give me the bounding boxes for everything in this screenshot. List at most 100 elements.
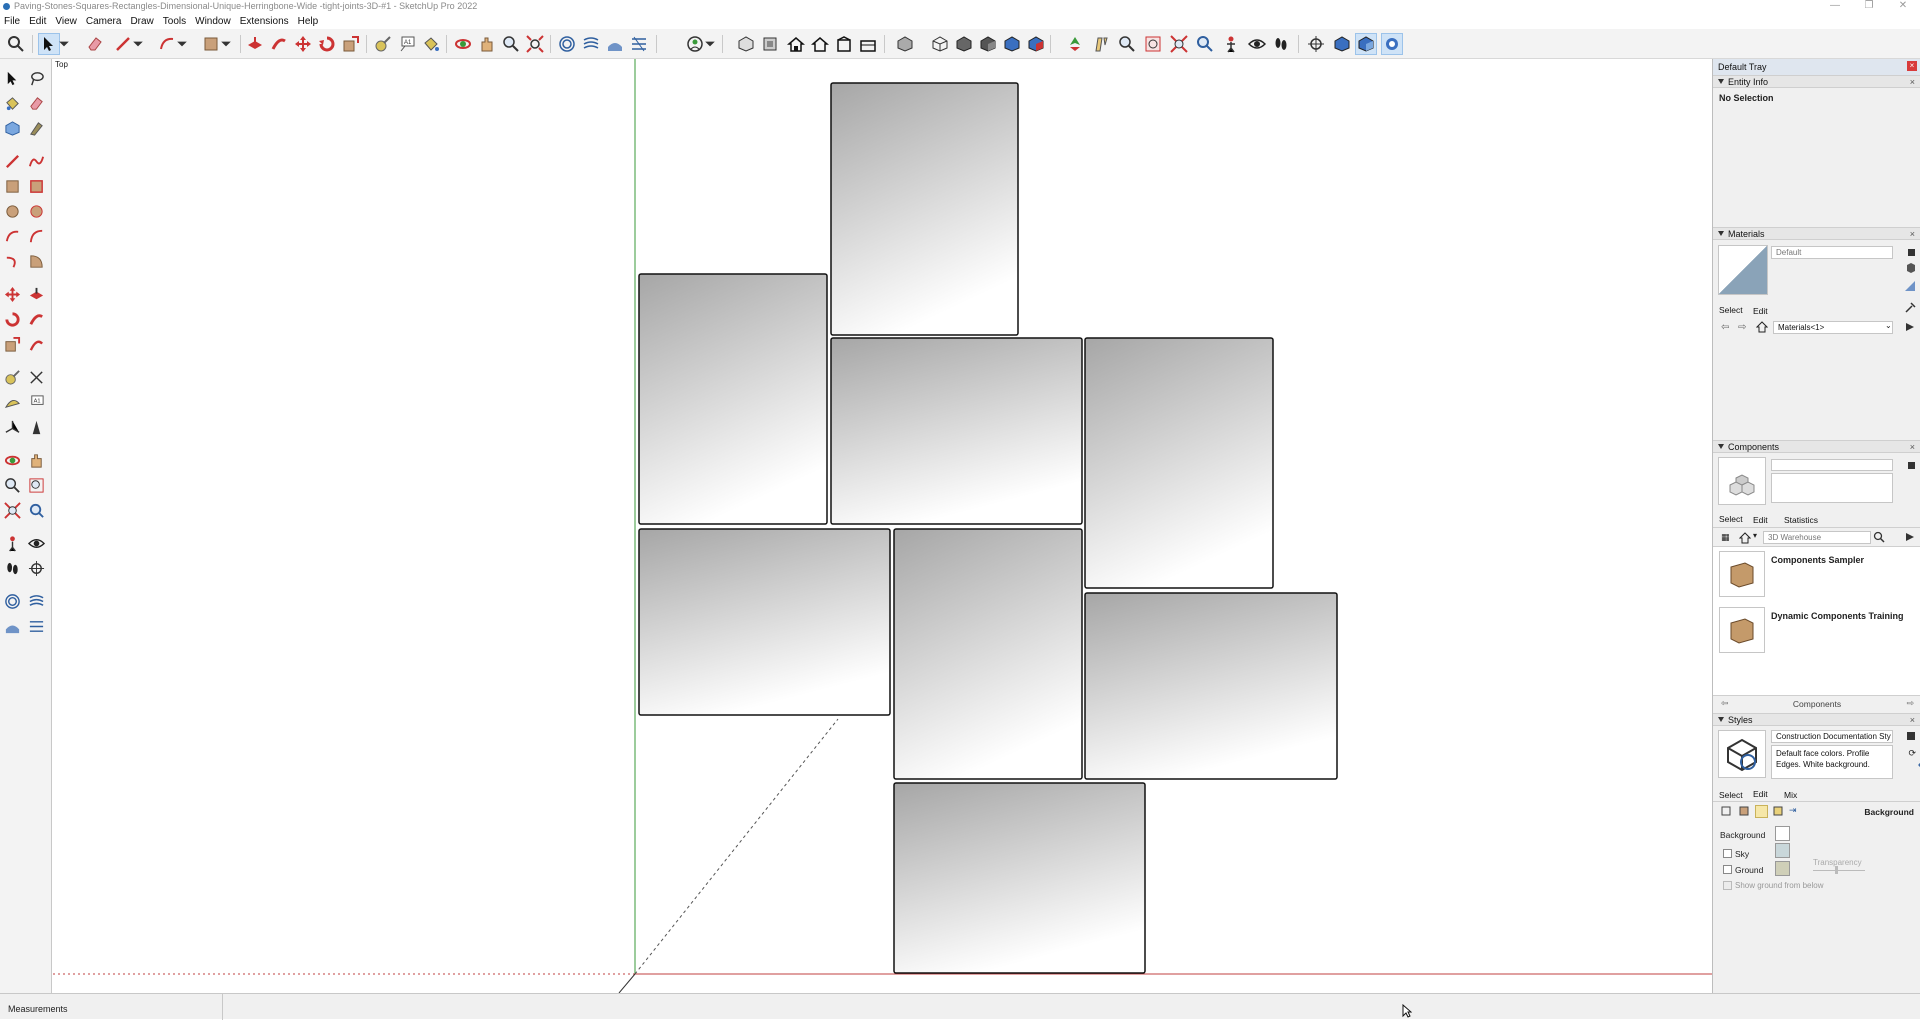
zoom-extents-alt-icon[interactable] — [1168, 33, 1190, 55]
footprints-icon[interactable] — [1270, 33, 1292, 55]
components-tab-statistics[interactable]: Statistics — [1784, 515, 1818, 525]
components-tab-edit[interactable]: Edit — [1753, 515, 1768, 525]
two-point-arc-icon[interactable] — [25, 225, 47, 247]
ground-checkbox[interactable] — [1723, 865, 1732, 874]
user-account-icon[interactable] — [684, 33, 706, 55]
push-pull-icon[interactable] — [25, 283, 47, 305]
transparency-slider[interactable] — [1813, 870, 1865, 871]
3d-text-icon[interactable] — [25, 416, 47, 438]
standard-view-iso-icon[interactable] — [785, 33, 807, 55]
drawing-viewport[interactable]: Top — [53, 59, 1712, 993]
shaded-texture-style-icon[interactable] — [1001, 33, 1023, 55]
position-camera-icon[interactable] — [1, 532, 23, 554]
dimension-tool-icon[interactable] — [25, 366, 47, 388]
move-tool-icon[interactable] — [1, 283, 23, 305]
sample-paint-icon[interactable] — [1904, 280, 1916, 292]
paving-stone[interactable] — [638, 273, 828, 525]
standard-view-top-icon[interactable] — [809, 33, 831, 55]
rotated-rectangle-icon[interactable] — [25, 175, 47, 197]
axes-tool-icon[interactable] — [1, 416, 23, 438]
look-around-icon[interactable] — [25, 532, 47, 554]
sandbox-contours-icon[interactable] — [1, 590, 23, 612]
styles-tab-mix[interactable]: Mix — [1784, 790, 1797, 800]
menu-file[interactable]: File — [4, 16, 20, 27]
camera-figure-icon[interactable] — [1220, 33, 1242, 55]
materials-library-select[interactable]: Materials<1> — [1773, 321, 1893, 334]
close-icon[interactable]: × — [1910, 76, 1915, 88]
orbit-icon[interactable] — [1, 449, 23, 471]
close-icon[interactable]: × — [1910, 441, 1915, 453]
sky-checkbox[interactable] — [1723, 849, 1732, 858]
lasso-select-icon[interactable] — [25, 67, 47, 89]
paving-stone[interactable] — [830, 82, 1019, 336]
search-icon[interactable] — [1873, 531, 1885, 543]
section-plane-icon[interactable] — [25, 557, 47, 579]
close-button[interactable]: ✕ — [1886, 0, 1920, 13]
home-icon[interactable] — [1738, 532, 1752, 544]
zoom-icon[interactable] — [500, 33, 522, 55]
3d-warehouse-icon[interactable] — [735, 33, 757, 55]
rotate-tool-icon[interactable] — [316, 33, 338, 55]
offset-tool-icon[interactable] — [25, 333, 47, 355]
arc-tool-icon[interactable] — [156, 33, 178, 55]
orbit-icon[interactable] — [452, 33, 474, 55]
list-item[interactable]: Components Sampler — [1713, 551, 1920, 601]
style-description-field[interactable]: Default face colors. Profile Edges. Whit… — [1771, 745, 1893, 779]
section-fill-icon[interactable] — [1355, 33, 1377, 55]
materials-header[interactable]: Materials × — [1713, 227, 1920, 240]
monochrome-style-icon[interactable] — [1025, 33, 1047, 55]
zoom-extents-icon[interactable] — [524, 33, 546, 55]
paint-bucket-icon[interactable] — [420, 33, 442, 55]
styles-tab-edit[interactable]: Edit — [1753, 789, 1768, 799]
line-tool-icon[interactable] — [112, 33, 134, 55]
circle-tool-icon[interactable] — [1, 200, 23, 222]
zoom-extents-icon[interactable] — [1, 499, 23, 521]
select-tool-icon[interactable] — [38, 33, 60, 55]
entity-info-header[interactable]: Entity Info × — [1713, 75, 1920, 88]
components-tab-select[interactable]: Select — [1719, 514, 1743, 524]
close-icon[interactable]: × — [1910, 228, 1915, 240]
rotate-tool-icon[interactable] — [1, 308, 23, 330]
paving-stone[interactable] — [1084, 337, 1274, 589]
standard-view-front-icon[interactable] — [833, 33, 855, 55]
component-name-field[interactable] — [1771, 459, 1893, 471]
shadows-icon[interactable] — [1381, 33, 1403, 55]
details-arrow-icon[interactable] — [1904, 531, 1916, 543]
freehand-icon[interactable] — [25, 150, 47, 172]
component-description-field[interactable] — [1771, 473, 1893, 503]
walk-icon[interactable] — [1090, 33, 1112, 55]
background-color-swatch[interactable] — [1775, 826, 1790, 841]
collapse-triangle-icon[interactable] — [1718, 79, 1724, 84]
chevron-down-icon[interactable] — [176, 33, 188, 55]
style-name-field[interactable]: Construction Documentation Sty — [1771, 730, 1893, 743]
rectangle-tool-icon[interactable] — [1, 175, 23, 197]
sandbox-scratch-icon[interactable] — [25, 590, 47, 612]
extension-warehouse-icon[interactable] — [759, 33, 781, 55]
xray-style-icon[interactable] — [894, 33, 916, 55]
paving-stone[interactable] — [1084, 592, 1338, 780]
close-icon[interactable]: × — [1907, 61, 1917, 71]
section-plane-icon[interactable] — [1142, 33, 1164, 55]
transparency-slider-handle[interactable] — [1835, 866, 1838, 874]
chevron-down-icon[interactable] — [704, 33, 716, 55]
materials-tab-edit[interactable]: Edit — [1753, 306, 1768, 316]
chevron-down-icon[interactable]: ⌄ — [1885, 321, 1892, 330]
components-header[interactable]: Components × — [1713, 440, 1920, 453]
paving-stone[interactable] — [893, 528, 1083, 780]
sandbox-contours-icon[interactable] — [556, 33, 578, 55]
minimize-button[interactable]: — — [1818, 0, 1852, 13]
collapse-triangle-icon[interactable] — [1718, 717, 1724, 722]
material-name-field[interactable]: Default — [1771, 246, 1893, 259]
look-around-icon[interactable] — [1194, 33, 1216, 55]
modeling-settings-icon[interactable]: ⇥ — [1789, 805, 1797, 816]
select-tool-icon[interactable] — [1, 67, 23, 89]
arc-tool-icon[interactable] — [1, 225, 23, 247]
model-canvas[interactable] — [53, 59, 1712, 993]
create-style-icon[interactable] — [1906, 730, 1916, 741]
ground-color-swatch[interactable] — [1775, 861, 1790, 876]
view-options-icon[interactable]: ▦ — [1721, 532, 1730, 543]
menu-draw[interactable]: Draw — [130, 16, 153, 27]
zoom-icon[interactable] — [1, 474, 23, 496]
pan-icon[interactable] — [25, 449, 47, 471]
standard-view-right-icon[interactable] — [857, 33, 879, 55]
